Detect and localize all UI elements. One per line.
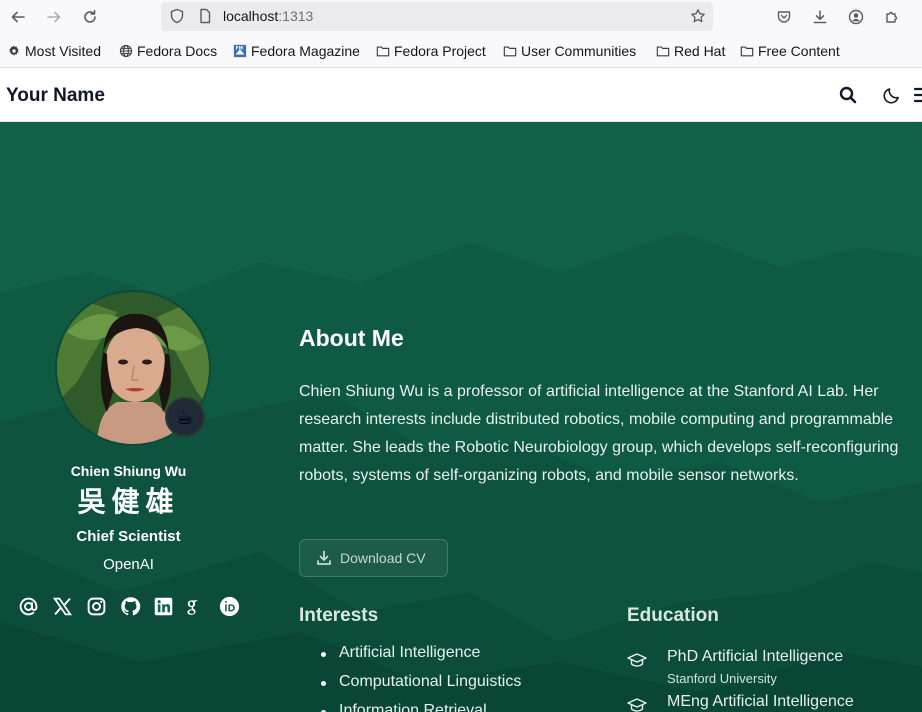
person-role: Chief Scientist — [76, 528, 181, 545]
google-scholar-link[interactable] — [181, 594, 205, 618]
avatar: ☕ — [55, 290, 211, 446]
linkedin-link[interactable] — [151, 594, 175, 618]
hero-section: ☕ Chien Shiung Wu 吳健雄 Chief Scientist Op… — [0, 122, 922, 712]
downloads-button[interactable] — [808, 5, 832, 29]
orcid-link[interactable] — [217, 594, 241, 618]
graduation-cap-icon — [627, 698, 647, 712]
url-port: :1313 — [278, 8, 314, 24]
site-brand[interactable]: Your Name — [6, 85, 105, 107]
url-text[interactable]: localhost:1313 — [223, 8, 313, 24]
bookmark-label: Fedora Magazine — [251, 43, 360, 59]
forward-button[interactable] — [42, 5, 66, 29]
interests-list: Artificial Intelligence Computational Li… — [320, 644, 521, 712]
bookmark-label: Most Visited — [25, 43, 101, 59]
bookmarks-bar: Most Visited Fedora Docs FM Fedora Magaz… — [0, 34, 922, 68]
star-icon[interactable] — [690, 8, 706, 24]
menu-icon[interactable] — [912, 85, 922, 105]
bookmark-free-content[interactable]: Free Content — [740, 43, 840, 59]
download-icon — [813, 10, 827, 24]
about-heading: About Me — [299, 325, 404, 351]
bookmark-red-hat[interactable]: Red Hat — [656, 43, 725, 59]
download-cv-button[interactable]: Download CV — [299, 539, 448, 577]
bookmark-label: Fedora Project — [394, 43, 486, 59]
about-paragraph: Chien Shiung Wu is a professor of artifi… — [299, 383, 899, 484]
reload-button[interactable] — [78, 5, 102, 29]
list-item: Computational Linguistics — [320, 673, 521, 702]
bookmark-fedora-magazine[interactable]: FM Fedora Magazine — [233, 43, 360, 59]
bookmark-label: Free Content — [758, 43, 840, 59]
pocket-icon — [777, 11, 791, 23]
moon-icon[interactable] — [882, 85, 902, 105]
reload-icon — [84, 9, 96, 23]
url-host: localhost — [223, 8, 279, 24]
education-degree: PhD Artificial Intelligence — [667, 648, 844, 665]
person-organization[interactable]: OpenAI — [0, 556, 257, 573]
bookmark-most-visited[interactable]: Most Visited — [7, 43, 101, 59]
list-item: Information Retrieval — [320, 702, 521, 712]
instagram-link[interactable] — [84, 594, 108, 618]
svg-text:FM: FM — [236, 45, 243, 51]
coffee-icon: ☕ — [176, 406, 194, 429]
bookmark-label: Fedora Docs — [137, 43, 218, 59]
arrow-left-icon — [11, 11, 25, 23]
globe-icon — [119, 44, 133, 58]
folder-icon — [503, 46, 517, 57]
instagram-icon — [87, 597, 105, 615]
browser-toolbar: localhost:1313 — [0, 0, 922, 34]
gear-icon — [9, 45, 19, 56]
bookmark-user-communities[interactable]: User Communities — [503, 43, 636, 59]
x-icon — [52, 597, 72, 615]
search-icon[interactable] — [838, 85, 858, 105]
shield-icon[interactable] — [169, 8, 185, 24]
at-icon — [19, 597, 37, 615]
email-link[interactable] — [16, 594, 40, 618]
github-icon — [120, 596, 140, 615]
back-button[interactable] — [6, 5, 30, 29]
orcid-icon — [219, 596, 239, 616]
download-cv-label: Download CV — [340, 550, 426, 566]
extensions-button[interactable] — [880, 5, 904, 29]
account-icon — [848, 9, 864, 25]
education-heading: Education — [627, 605, 719, 626]
fedora-magazine-icon: FM — [233, 44, 247, 58]
google-scholar-icon — [186, 599, 198, 615]
account-button[interactable] — [844, 5, 868, 29]
github-link[interactable] — [118, 594, 142, 618]
folder-icon — [740, 46, 754, 57]
page-icon — [200, 8, 211, 24]
arrow-right-icon — [47, 11, 61, 23]
status-badge: ☕ — [165, 397, 205, 437]
graduation-cap-icon — [627, 653, 647, 667]
list-item: Artificial Intelligence — [320, 644, 521, 673]
bookmark-label: Red Hat — [674, 43, 726, 59]
bookmark-fedora-project[interactable]: Fedora Project — [376, 43, 486, 59]
bookmark-label: User Communities — [521, 43, 637, 59]
pocket-button[interactable] — [772, 5, 796, 29]
education-degree: MEng Artificial Intelligence — [667, 693, 854, 710]
folder-icon — [656, 46, 670, 57]
url-bar[interactable]: localhost:1313 — [161, 2, 713, 31]
person-name-cjk: 吳健雄 — [77, 485, 180, 518]
linkedin-icon — [154, 597, 172, 615]
x-link[interactable] — [50, 594, 74, 618]
puzzle-icon — [886, 11, 898, 23]
bookmark-fedora-docs[interactable]: Fedora Docs — [119, 43, 217, 59]
download-icon — [317, 550, 331, 565]
folder-icon — [376, 46, 390, 57]
site-navbar: Your Name — [0, 68, 922, 122]
person-name: Chien Shiung Wu — [70, 463, 187, 479]
interests-heading: Interests — [299, 605, 379, 626]
education-school: Stanford University — [667, 671, 777, 686]
